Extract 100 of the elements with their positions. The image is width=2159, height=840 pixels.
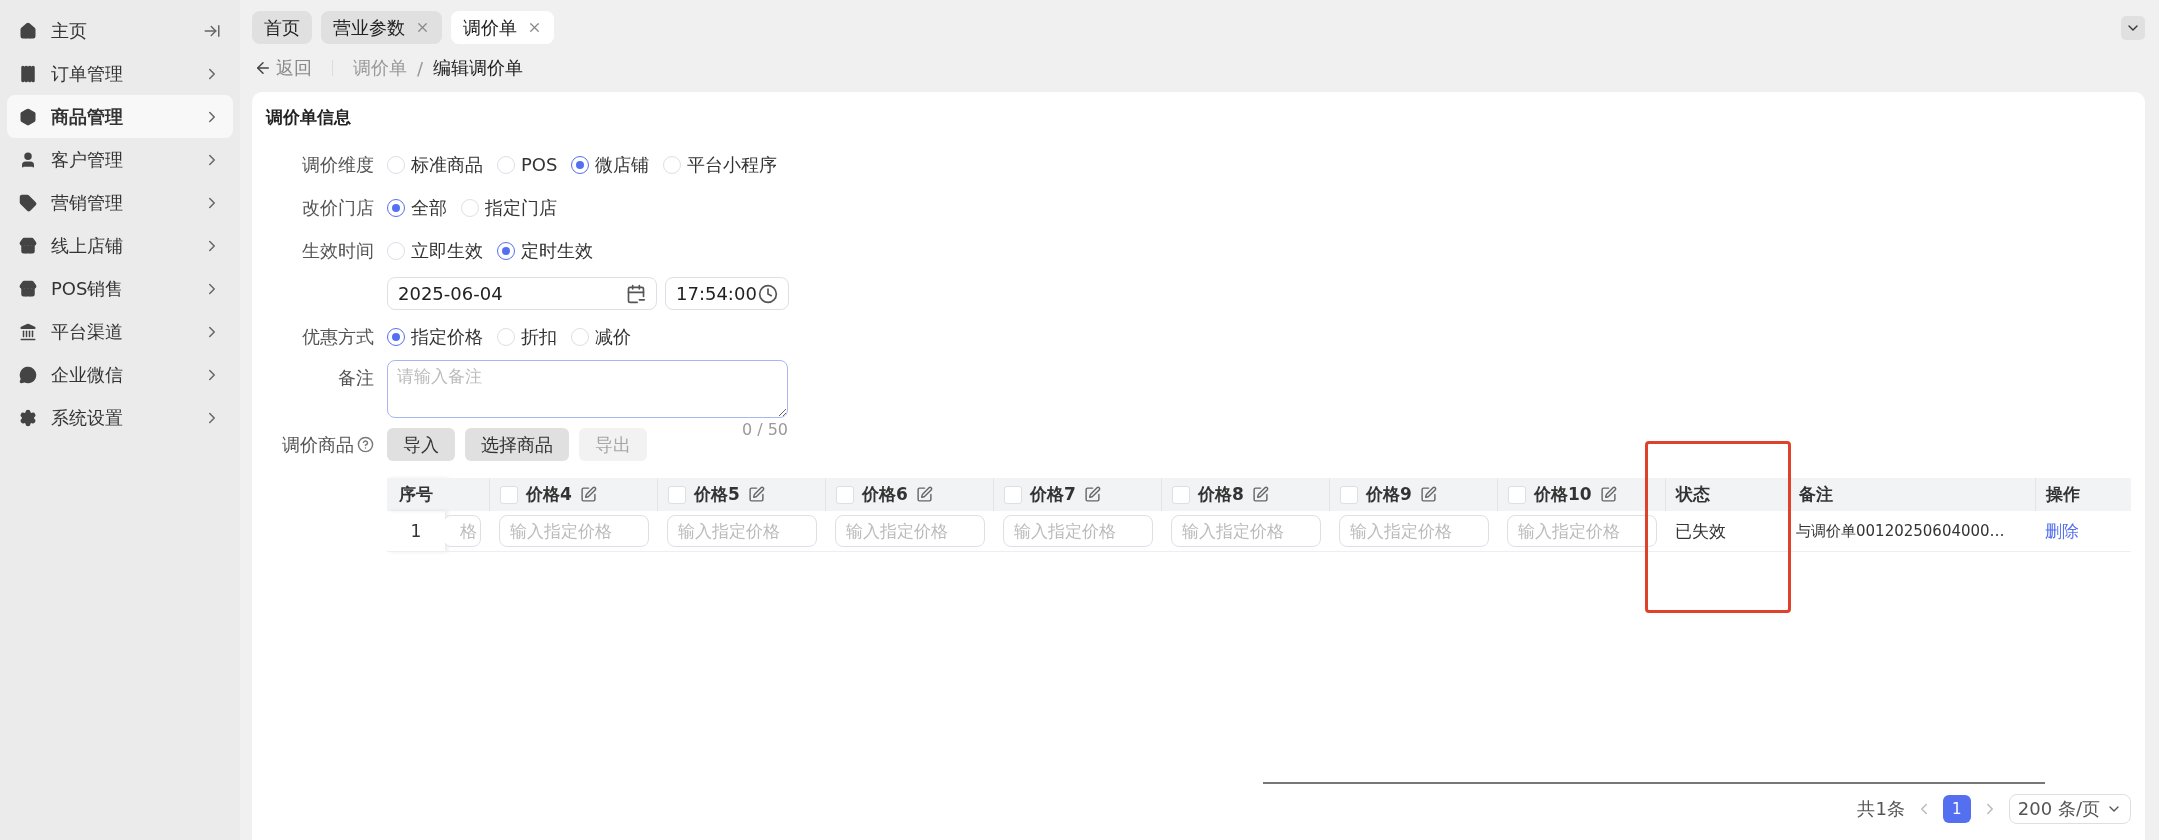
field-label: 调价维度 (302, 152, 374, 177)
delete-link[interactable]: 删除 (2045, 519, 2079, 543)
char-counter: 0 / 50 (741, 420, 788, 439)
column-title: 价格7 (1030, 483, 1076, 506)
checkbox[interactable] (1004, 485, 1022, 504)
radio-option[interactable]: 指定门店 (461, 195, 557, 220)
action-button[interactable]: 选择商品 (465, 428, 569, 461)
scrollbar[interactable] (1263, 782, 2045, 784)
sidebar-item[interactable]: 客户管理 (7, 138, 233, 181)
price-input[interactable]: 输入指定价格 (499, 515, 649, 547)
radio-option[interactable]: 折扣 (497, 324, 557, 349)
breadcrumb-item: 编辑调价单 (433, 56, 524, 80)
price-input[interactable]: 输入指定价格 (1171, 515, 1321, 547)
edit-icon[interactable] (579, 486, 597, 503)
bank-icon (19, 322, 37, 341)
sidebar-label: 企业微信 (51, 362, 124, 387)
radio-option[interactable]: 立即生效 (387, 238, 483, 263)
sidebar-label: 订单管理 (51, 61, 124, 86)
page-tab[interactable]: 调价单 (451, 11, 554, 44)
user-icon (19, 150, 37, 169)
date-field[interactable]: 2025-06-04 (387, 277, 657, 310)
clock-icon (758, 283, 778, 304)
remark-field[interactable]: 请输入备注 (387, 360, 788, 418)
chat-bubble-icon (19, 365, 37, 384)
store-icon (19, 279, 37, 298)
column-title: 操作 (2046, 483, 2080, 506)
price-input[interactable]: 输入指定价格 (1507, 515, 1657, 547)
store-icon (19, 236, 37, 255)
page-number[interactable]: 1 (1942, 795, 1971, 823)
sidebar-label: 系统设置 (51, 405, 124, 430)
edit-icon[interactable] (747, 486, 765, 503)
sidebar-label: 商品管理 (51, 104, 124, 129)
sidebar-item[interactable]: 平台渠道 (7, 310, 233, 353)
checkbox[interactable] (500, 485, 518, 504)
radio-option[interactable]: 微店铺 (571, 152, 650, 177)
column-title: 序号 (399, 483, 433, 506)
edit-icon[interactable] (1419, 486, 1437, 503)
sidebar-item[interactable]: 系统设置 (7, 396, 233, 439)
radio-label: 标准商品 (411, 152, 483, 177)
price-input[interactable]: 格 (445, 515, 481, 547)
close-icon[interactable] (415, 20, 430, 35)
radio-label: POS (521, 154, 558, 175)
edit-icon[interactable] (1599, 486, 1617, 503)
radio-option[interactable]: 标准商品 (387, 152, 483, 177)
checkbox[interactable] (836, 485, 854, 504)
checkbox[interactable] (1340, 485, 1358, 504)
edit-icon[interactable] (1251, 486, 1269, 503)
close-icon[interactable] (527, 20, 542, 35)
field-label: 调价商品 (282, 432, 354, 457)
sidebar-label: 线上店铺 (51, 233, 124, 258)
action-button[interactable]: 导入 (387, 428, 455, 461)
help-icon[interactable] (357, 436, 374, 453)
field-label: 改价门店 (302, 195, 374, 220)
sidebar-item[interactable]: 营销管理 (7, 181, 233, 224)
radio-option[interactable]: 平台小程序 (663, 152, 778, 177)
radio-label: 定时生效 (521, 238, 593, 263)
sidebar-item[interactable]: 主页 (7, 9, 233, 52)
edit-icon[interactable] (1083, 486, 1101, 503)
radio-label: 立即生效 (411, 238, 483, 263)
checkbox[interactable] (668, 485, 686, 504)
time-field[interactable]: 17:54:00 (665, 277, 789, 310)
column-title: 价格6 (862, 483, 908, 506)
radio-option[interactable]: 全部 (387, 195, 447, 220)
radio-option[interactable]: POS (497, 154, 558, 175)
sidebar-label: 客户管理 (51, 147, 124, 172)
column-title: 备注 (1799, 483, 1833, 506)
table-cell: 1 (410, 521, 422, 541)
sidebar-item[interactable]: 企业微信 (7, 353, 233, 396)
sidebar-item[interactable]: 订单管理 (7, 52, 233, 95)
sidebar-label: 主页 (51, 18, 88, 43)
page-tab[interactable]: 营业参数 (321, 11, 442, 44)
sidebar-label: 营销管理 (51, 190, 124, 215)
column-title: 状态 (1676, 483, 1710, 506)
checkbox[interactable] (1172, 485, 1190, 504)
column-title: 价格10 (1534, 483, 1592, 506)
table-cell: 与调价单00120250604000… (1796, 521, 2005, 541)
price-input[interactable]: 输入指定价格 (667, 515, 817, 547)
field-label: 生效时间 (302, 238, 374, 263)
sidebar-item[interactable]: 线上店铺 (7, 224, 233, 267)
radio-label: 微店铺 (595, 152, 650, 177)
radio-label: 折扣 (521, 324, 557, 349)
sidebar-item[interactable]: 商品管理 (7, 95, 233, 138)
column-title: 价格9 (1366, 483, 1412, 506)
radio-label: 减价 (595, 324, 631, 349)
price-input[interactable]: 输入指定价格 (835, 515, 985, 547)
price-input[interactable]: 输入指定价格 (1003, 515, 1153, 547)
radio-option[interactable]: 定时生效 (497, 238, 593, 263)
tag-icon (19, 193, 37, 212)
edit-icon[interactable] (915, 486, 933, 503)
radio-option[interactable]: 减价 (571, 324, 631, 349)
sidebar-item[interactable]: POS销售 (7, 267, 233, 310)
checkbox[interactable] (1508, 485, 1526, 504)
page-tab[interactable]: 首页 (252, 11, 312, 44)
total-count: 共1条 (1857, 797, 1905, 821)
price-input[interactable]: 输入指定价格 (1339, 515, 1489, 547)
calendar-icon (626, 283, 646, 304)
radio-label: 指定门店 (485, 195, 557, 220)
page-size-select[interactable]: 200 条/页 (2008, 794, 2131, 824)
radio-option[interactable]: 指定价格 (387, 324, 483, 349)
tabs-menu-button[interactable] (2121, 15, 2145, 40)
